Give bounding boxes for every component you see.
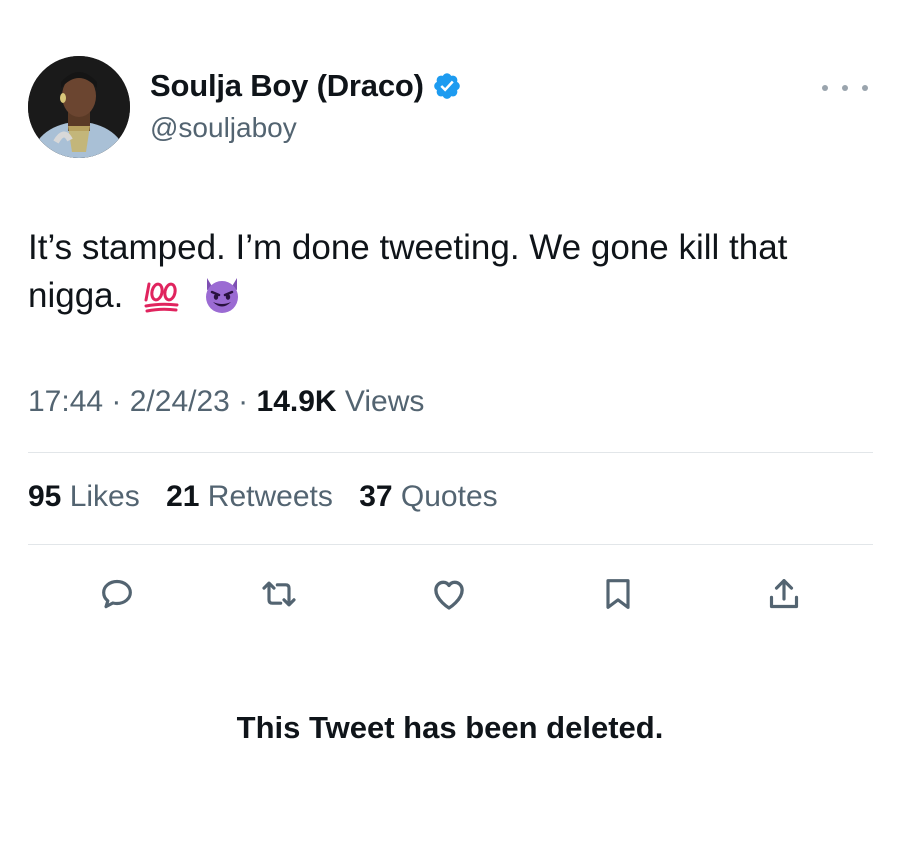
author-handle[interactable]: @souljaboy xyxy=(150,112,297,144)
reply-button[interactable] xyxy=(91,568,143,620)
divider xyxy=(28,452,873,453)
likes-count: 95 xyxy=(28,480,62,513)
reply-icon xyxy=(102,579,132,609)
meta-separator: · xyxy=(229,385,257,418)
likes-stat[interactable]: 95 Likes xyxy=(28,480,140,513)
bookmark-icon xyxy=(606,579,630,609)
more-dot xyxy=(822,85,828,91)
tweet-meta: 17:44 · 2/24/23 · 14.9K Views xyxy=(28,385,424,419)
more-options-icon[interactable] xyxy=(822,80,868,96)
share-button[interactable] xyxy=(758,568,810,620)
tweet-text-body: It’s stamped. I’m done tweeting. We gone… xyxy=(28,228,788,315)
quotes-count: 37 xyxy=(359,480,393,513)
hundred-points-icon xyxy=(143,278,181,327)
tweet-text: It’s stamped. I’m done tweeting. We gone… xyxy=(28,224,848,327)
retweets-count: 21 xyxy=(166,480,200,513)
tweet-time[interactable]: 17:44 xyxy=(28,385,103,418)
tweet-stats: 95 Likes 21 Retweets 37 Quotes xyxy=(28,480,516,514)
divider xyxy=(28,544,873,545)
tweet-date[interactable]: 2/24/23 xyxy=(130,385,230,418)
meta-separator: · xyxy=(103,385,130,418)
retweets-label: Retweets xyxy=(199,480,333,513)
retweet-button[interactable] xyxy=(253,568,305,620)
verified-badge-icon xyxy=(432,71,462,101)
author-display-name[interactable]: Soulja Boy (Draco) xyxy=(150,68,424,104)
deleted-notice: This Tweet has been deleted. xyxy=(236,710,664,745)
share-icon xyxy=(769,579,799,609)
more-dot xyxy=(862,85,868,91)
smiling-face-with-horns-icon xyxy=(201,274,243,327)
views-count: 14.9K xyxy=(256,385,337,418)
quotes-stat[interactable]: 37 Quotes xyxy=(359,480,497,513)
quotes-label: Quotes xyxy=(392,480,498,513)
like-icon xyxy=(434,580,464,610)
retweet-icon xyxy=(262,581,296,607)
like-button[interactable] xyxy=(423,568,475,620)
bookmark-button[interactable] xyxy=(592,568,644,620)
author-name-row: Soulja Boy (Draco) xyxy=(150,68,462,104)
likes-label: Likes xyxy=(61,480,140,513)
more-dot xyxy=(842,85,848,91)
retweets-stat[interactable]: 21 Retweets xyxy=(166,480,333,513)
views-label: Views xyxy=(336,385,425,418)
avatar[interactable] xyxy=(28,56,130,158)
avatar-photo xyxy=(28,56,130,158)
